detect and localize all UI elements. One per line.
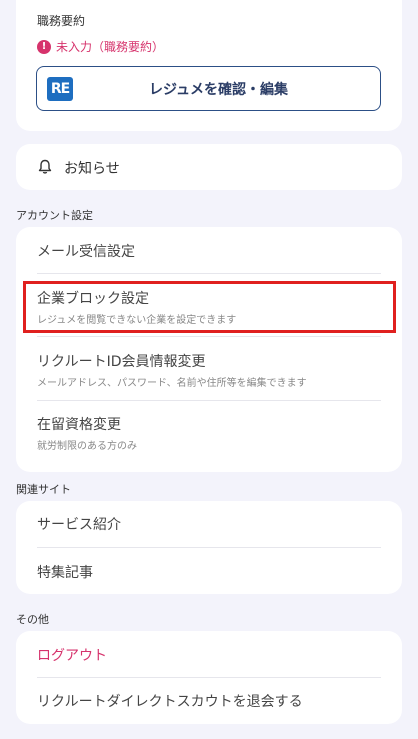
- divider: [37, 273, 381, 274]
- menu-item-mail-settings[interactable]: メール受信設定: [37, 241, 381, 261]
- related-sites-card: サービス紹介 特集記事: [16, 501, 402, 594]
- divider: [37, 677, 381, 678]
- menu-item-title: 在留資格変更: [37, 417, 121, 433]
- menu-item-title: 企業ブロック設定: [37, 291, 149, 307]
- warning-row: ! 未入力（職務要約）: [37, 38, 164, 55]
- notice-card[interactable]: お知らせ: [16, 144, 402, 190]
- menu-item-title: サービス紹介: [37, 517, 121, 533]
- menu-item-logout[interactable]: ログアウト: [37, 645, 381, 665]
- section-title-summary: 職務要約: [37, 14, 86, 28]
- menu-item-title: ログアウト: [37, 648, 107, 664]
- other-heading: その他: [16, 613, 49, 626]
- menu-item-title: リクルートダイレクトスカウトを退会する: [37, 694, 303, 710]
- resume-edit-label: レジュメを確認・編集: [148, 81, 289, 98]
- divider: [37, 547, 381, 548]
- account-settings-card: メール受信設定 企業ブロック設定 レジュメを閲覧できない企業を設定できます リク…: [16, 227, 402, 472]
- menu-item-title: メール受信設定: [37, 244, 135, 260]
- resume-edit-button[interactable]: RE レジュメを確認・編集: [36, 66, 381, 111]
- menu-item-title: リクルートID会員情報変更: [37, 354, 206, 370]
- menu-item-subtitle: メールアドレス、パスワード、名前や住所等を編集できます: [37, 378, 307, 389]
- account-settings-heading: アカウント設定: [16, 209, 93, 222]
- exclamation-circle-icon: !: [37, 39, 51, 54]
- menu-item-subtitle: 就労制限のある方のみ: [37, 441, 137, 452]
- menu-item-residence-status[interactable]: 在留資格変更 就労制限のある方のみ: [37, 414, 381, 452]
- other-card: ログアウト リクルートダイレクトスカウトを退会する: [16, 631, 402, 724]
- menu-item-service-intro[interactable]: サービス紹介: [37, 514, 381, 534]
- divider: [37, 400, 381, 401]
- notice-label: お知らせ: [64, 161, 120, 177]
- divider: [37, 336, 381, 337]
- resume-logo-icon: RE: [47, 77, 73, 101]
- menu-item-recruit-id[interactable]: リクルートID会員情報変更 メールアドレス、パスワード、名前や住所等を編集できま…: [37, 351, 381, 389]
- menu-item-company-block[interactable]: 企業ブロック設定 レジュメを閲覧できない企業を設定できます: [37, 288, 381, 326]
- warning-text: 未入力（職務要約）: [56, 40, 165, 54]
- menu-item-subtitle: レジュメを閲覧できない企業を設定できます: [37, 315, 237, 326]
- bell-icon: [38, 159, 52, 174]
- related-sites-heading: 関連サイト: [16, 483, 71, 496]
- menu-item-feature-articles[interactable]: 特集記事: [37, 562, 381, 582]
- menu-item-withdraw[interactable]: リクルートダイレクトスカウトを退会する: [37, 691, 381, 711]
- menu-item-title: 特集記事: [37, 565, 93, 581]
